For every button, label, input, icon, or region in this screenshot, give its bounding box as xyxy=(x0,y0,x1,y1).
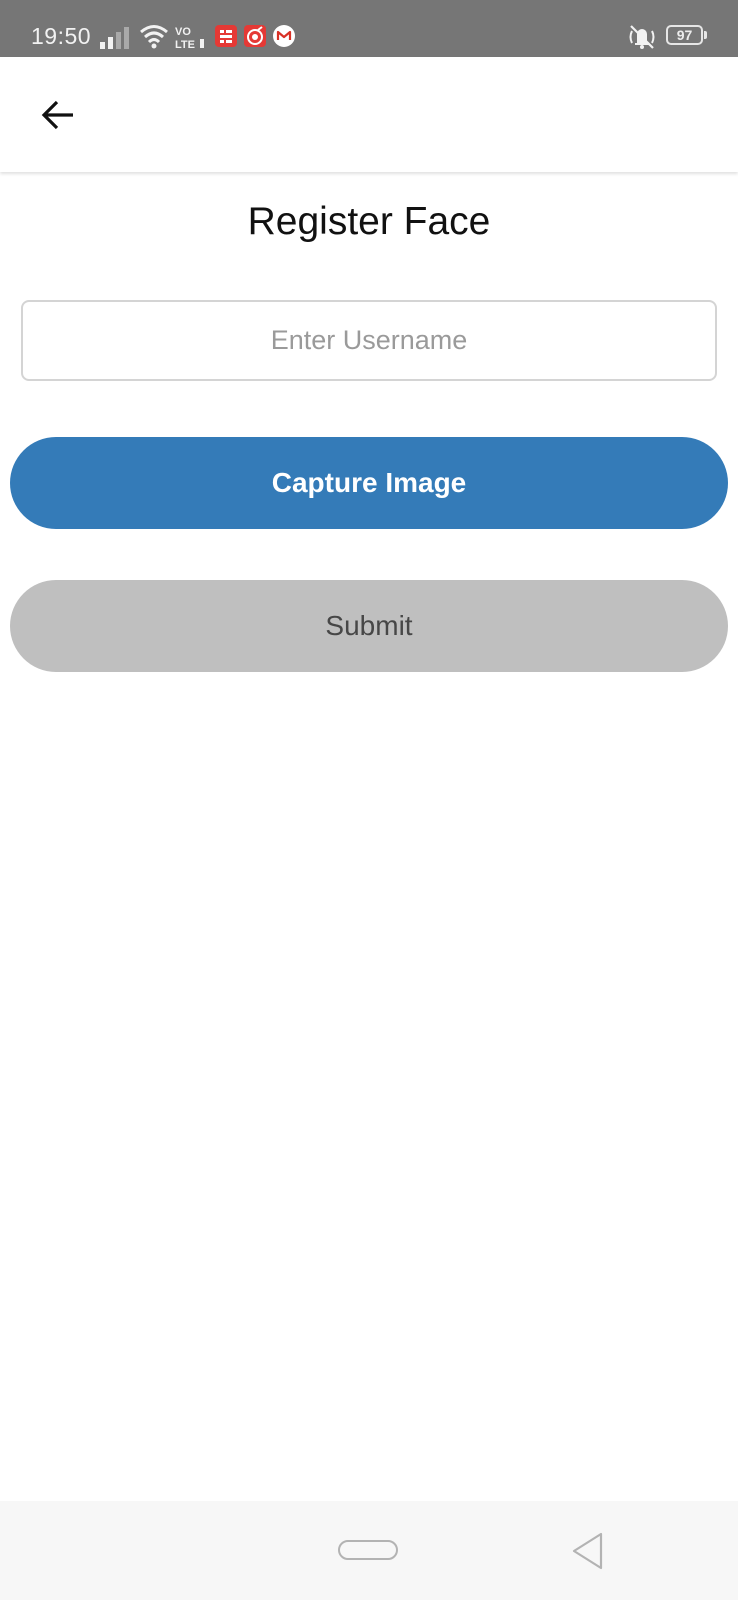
submit-label: Submit xyxy=(325,610,413,641)
battery-tip xyxy=(704,31,707,39)
signal-icon xyxy=(100,27,129,49)
status-time: 19:50 xyxy=(31,23,92,49)
username-input[interactable] xyxy=(21,300,717,381)
wifi-icon xyxy=(140,25,168,49)
system-nav-bar xyxy=(0,1501,738,1600)
arrow-left-icon xyxy=(41,100,73,130)
volte-icon: VO LTE xyxy=(175,26,204,50)
battery-icon: 97 xyxy=(666,25,707,47)
vibrate-icon xyxy=(629,25,655,49)
capture-image-button[interactable]: Capture Image xyxy=(10,437,728,529)
app-bar xyxy=(0,57,738,172)
triangle-back-icon[interactable] xyxy=(570,1531,606,1571)
svg-text:LTE: LTE xyxy=(175,39,195,50)
app-icon xyxy=(244,25,266,47)
battery-level: 97 xyxy=(676,27,693,43)
svg-text:VO: VO xyxy=(175,26,191,38)
gmail-icon xyxy=(273,25,295,47)
status-bar: 19:50 VO LTE 97 xyxy=(0,0,738,57)
page-title: Register Face xyxy=(247,200,491,243)
submit-button[interactable]: Submit xyxy=(10,580,728,672)
home-pill-icon[interactable] xyxy=(338,1540,398,1560)
capture-image-label: Capture Image xyxy=(271,467,467,498)
back-button[interactable] xyxy=(28,85,88,145)
app-icon xyxy=(215,25,237,47)
